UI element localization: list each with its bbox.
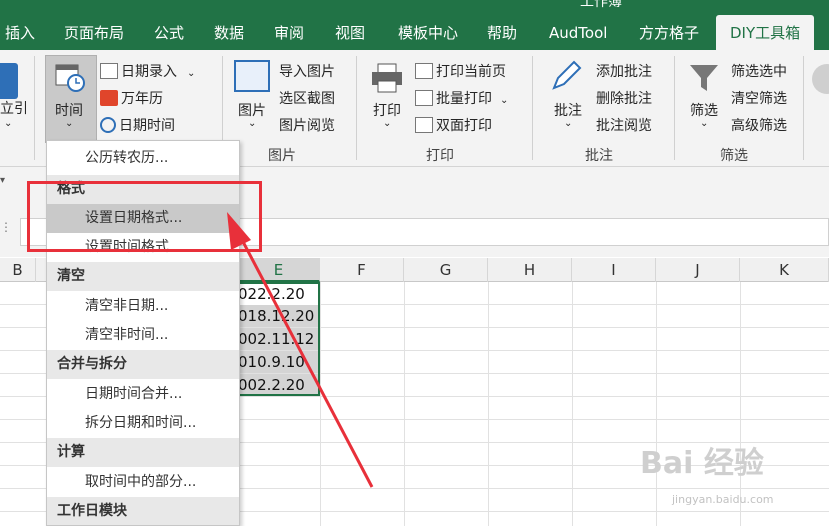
watermark: Bai 经验 — [640, 446, 764, 481]
watermark-url: jingyan.baidu.com — [672, 493, 774, 506]
